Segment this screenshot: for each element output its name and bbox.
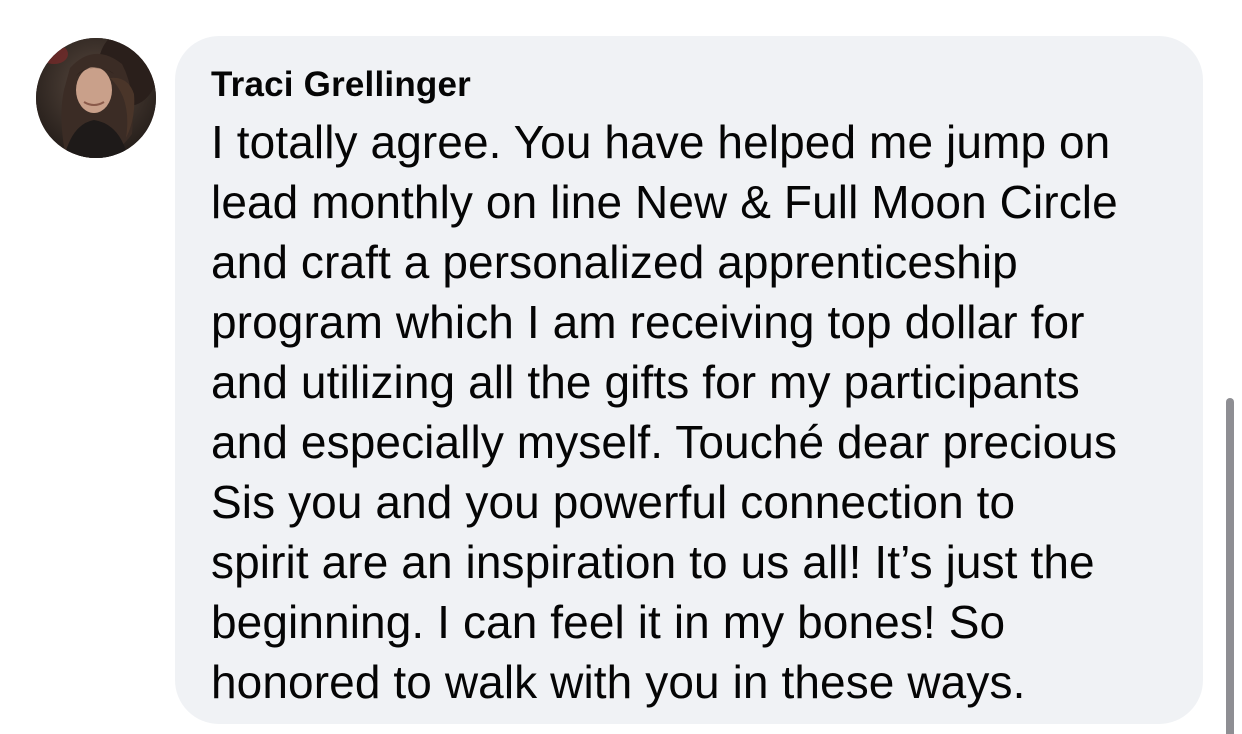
comment-line: Sis you and you powerful connection to bbox=[211, 476, 1016, 528]
comment-line: and especially myself. Touché dear preci… bbox=[211, 416, 1118, 468]
comment-line: beginning. I can feel it in my bones! So bbox=[211, 596, 1006, 648]
comment-line: I totally agree. You have helped me jump… bbox=[211, 116, 1111, 168]
comment-text: I totally agree. You have helped me jump… bbox=[211, 112, 1173, 712]
comment-line: program which I am receiving top dollar … bbox=[211, 296, 1085, 348]
scrollbar[interactable] bbox=[1226, 398, 1234, 734]
comment-author[interactable]: Traci Grellinger bbox=[211, 64, 1173, 106]
comment-bubble: Traci Grellinger I totally agree. You ha… bbox=[175, 36, 1203, 724]
avatar[interactable] bbox=[36, 38, 156, 158]
comment-line: lead monthly on line New & Full Moon Cir… bbox=[211, 176, 1118, 228]
comment-line: and craft a personalized apprenticeship bbox=[211, 236, 1018, 288]
comment-line: and utilizing all the gifts for my parti… bbox=[211, 356, 1080, 408]
comment-line: honored to walk with you in these ways. bbox=[211, 656, 1026, 708]
comment-thread: Traci Grellinger I totally agree. You ha… bbox=[0, 0, 1242, 734]
profile-photo-icon bbox=[36, 38, 156, 158]
comment-line: spirit are an inspiration to us all! It’… bbox=[211, 536, 1095, 588]
